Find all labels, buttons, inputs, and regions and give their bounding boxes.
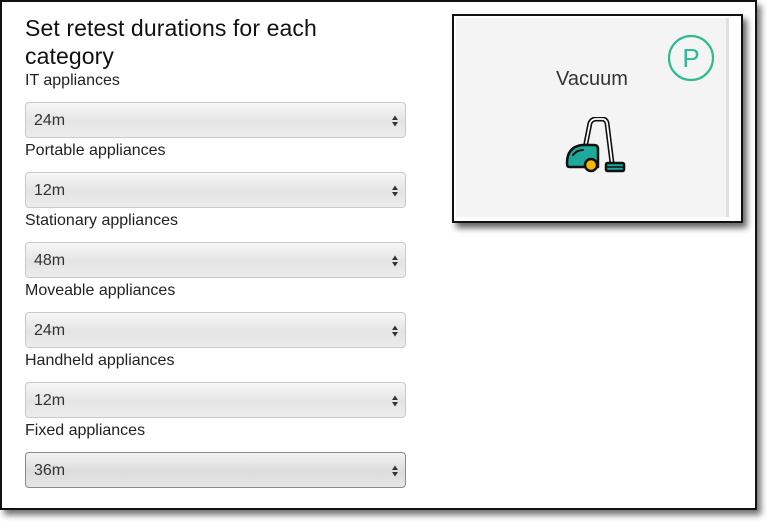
- category-label: Handheld appliances: [25, 352, 175, 369]
- badge-letter: P: [682, 43, 699, 73]
- select-arrows-icon: [392, 115, 398, 127]
- select-arrows-icon: [392, 255, 398, 267]
- portable-badge-icon: P: [667, 34, 715, 82]
- category-label: Portable appliances: [25, 142, 166, 159]
- category-group-stationary: Stationary appliances 48m: [25, 210, 408, 278]
- duration-value: 24m: [34, 112, 66, 129]
- category-group-handheld: Handheld appliances 12m: [25, 350, 408, 418]
- category-group-moveable: Moveable appliances 24m: [25, 280, 408, 348]
- duration-value: 36m: [34, 462, 66, 479]
- duration-select-portable[interactable]: 12m: [25, 172, 406, 208]
- select-arrows-icon: [392, 465, 398, 477]
- appliance-card-inset: Vacuum P: [452, 14, 743, 223]
- duration-value: 48m: [34, 252, 66, 269]
- select-arrows-icon: [392, 185, 398, 197]
- page-title: Set retest durations for each category: [25, 15, 317, 69]
- select-arrows-icon: [392, 325, 398, 337]
- duration-value: 12m: [34, 182, 66, 199]
- vacuum-cleaner-icon: [565, 117, 626, 173]
- duration-value: 24m: [34, 322, 66, 339]
- appliance-card[interactable]: Vacuum P: [456, 18, 729, 217]
- duration-select-moveable[interactable]: 24m: [25, 312, 406, 348]
- duration-select-it[interactable]: 24m: [25, 102, 406, 138]
- screenshot-frame: Set retest durations for each category I…: [0, 0, 757, 510]
- category-label: Fixed appliances: [25, 422, 146, 439]
- select-arrows-icon: [392, 395, 398, 407]
- duration-value: 12m: [34, 392, 66, 409]
- duration-select-fixed[interactable]: 36m: [25, 452, 406, 488]
- card-title: Vacuum: [556, 68, 628, 90]
- retest-settings-form: Set retest durations for each category I…: [25, 14, 408, 490]
- category-group-fixed: Fixed appliances 36m: [25, 420, 408, 488]
- category-group-it: IT appliances 24m: [25, 70, 408, 138]
- category-label: IT appliances: [25, 72, 120, 89]
- category-group-portable: Portable appliances 12m: [25, 140, 408, 208]
- duration-select-stationary[interactable]: 48m: [25, 242, 406, 278]
- duration-select-handheld[interactable]: 12m: [25, 382, 406, 418]
- category-label: Stationary appliances: [25, 212, 178, 229]
- category-label: Moveable appliances: [25, 282, 176, 299]
